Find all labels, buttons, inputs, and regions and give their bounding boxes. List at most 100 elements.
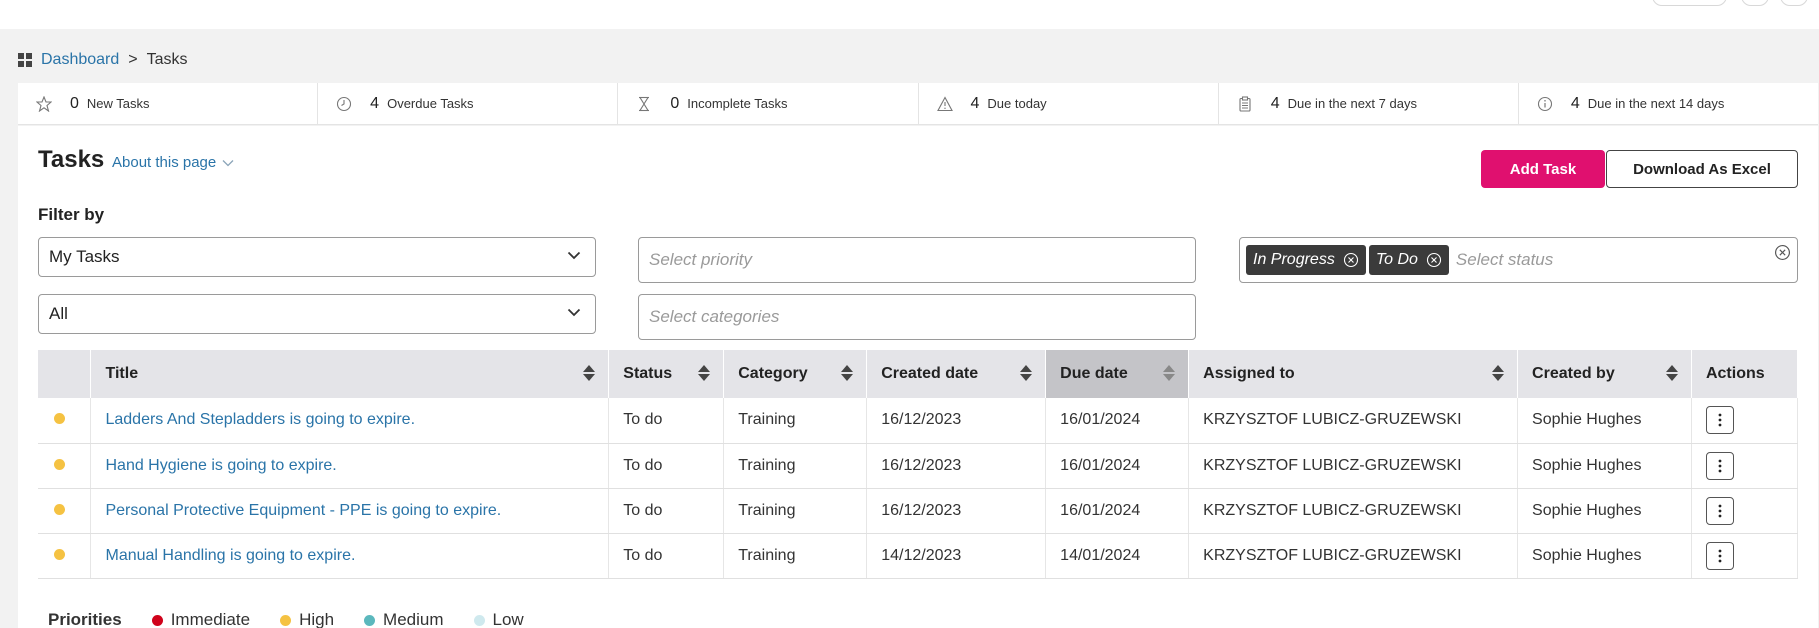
sort-icon[interactable] [582, 364, 596, 382]
row-actions-button[interactable] [1705, 406, 1734, 435]
created-by-cell: Sophie Hughes [1517, 398, 1692, 444]
stat-count: 4 [370, 94, 380, 112]
status-tag-label: In Progress [1253, 251, 1335, 268]
stat-due-today[interactable]: 4 Due today [919, 83, 1219, 124]
sort-icon[interactable] [1491, 364, 1505, 382]
title-cell: Ladders And Stepladders is going to expi… [90, 398, 610, 444]
header-created-by[interactable]: Created by [1517, 350, 1692, 398]
sort-icon[interactable] [1019, 364, 1033, 382]
header-created-date[interactable]: Created date [866, 350, 1047, 398]
chevron-down-icon [222, 159, 234, 166]
remove-tag-icon[interactable] [1343, 252, 1359, 268]
download-excel-button[interactable]: Download As Excel [1606, 150, 1798, 188]
stat-incomplete-tasks[interactable]: 0 Incomplete Tasks [618, 83, 919, 124]
table-row[interactable]: Ladders And Stepladders is going to expi… [38, 398, 1799, 444]
clear-all-icon[interactable] [1774, 244, 1791, 261]
task-title-link[interactable]: Ladders And Stepladders is going to expi… [105, 411, 415, 428]
add-task-button[interactable]: Add Task [1481, 150, 1605, 188]
priority-cell [38, 398, 92, 444]
status-cell: To do [608, 443, 725, 489]
header-status[interactable]: Status [608, 350, 725, 398]
stat-count: 4 [1570, 94, 1580, 112]
sort-icon[interactable] [840, 364, 854, 382]
breadcrumb-dashboard-link[interactable]: Dashboard [41, 51, 119, 69]
scope-filter-select[interactable]: All [38, 294, 596, 334]
more-vertical-icon [1718, 549, 1722, 562]
top-round-button-2[interactable] [1780, 0, 1808, 6]
dashboard-grid-icon [18, 53, 32, 67]
about-page-toggle[interactable]: About this page [112, 154, 234, 171]
header-assigned-to[interactable]: Assigned to [1188, 350, 1519, 398]
created-by-cell: Sophie Hughes [1517, 443, 1692, 489]
stat-due-14-days[interactable]: 4 Due in the next 14 days [1519, 83, 1818, 124]
more-vertical-icon [1718, 504, 1722, 517]
stat-label: Due in the next 14 days [1587, 96, 1725, 111]
legend-dot [473, 614, 485, 626]
title-cell: Personal Protective Equipment - PPE is g… [90, 488, 610, 534]
legend-item-label: High [299, 610, 335, 628]
more-vertical-icon [1718, 459, 1722, 472]
assignee-filter-select[interactable]: My Tasks [38, 237, 596, 277]
top-bar [0, 0, 1819, 29]
priority-filter-input[interactable]: Select priority [638, 237, 1196, 283]
created-date-cell: 16/12/2023 [866, 488, 1047, 534]
priority-cell [38, 443, 92, 489]
stat-count: 0 [670, 94, 680, 112]
header-category[interactable]: Category [723, 350, 868, 398]
breadcrumb: Dashboard > Tasks [18, 50, 188, 70]
status-cell: To do [608, 488, 725, 534]
header-due-date[interactable]: Due date [1045, 350, 1190, 398]
remove-tag-icon[interactable] [1426, 252, 1442, 268]
stat-overdue-tasks[interactable]: 4 Overdue Tasks [318, 83, 619, 124]
status-filter-input[interactable]: In Progress To Do Select status [1239, 237, 1798, 283]
stat-due-7-days[interactable]: 4 Due in the next 7 days [1219, 83, 1519, 124]
status-tag-in-progress: In Progress [1246, 245, 1366, 275]
legend-item-medium: Medium [364, 610, 444, 628]
created-date-cell: 14/12/2023 [866, 533, 1047, 579]
due-date-cell: 16/01/2024 [1045, 488, 1190, 534]
header-label: Category [738, 365, 808, 382]
header-priority [38, 350, 92, 398]
row-actions-button[interactable] [1705, 541, 1734, 570]
table-row[interactable]: Personal Protective Equipment - PPE is g… [38, 488, 1799, 534]
priority-dot [54, 458, 65, 470]
task-title-link[interactable]: Manual Handling is going to expire. [105, 547, 355, 564]
sort-icon[interactable] [1665, 364, 1679, 382]
table-row[interactable]: Hand Hygiene is going to expire. To do Tra… [38, 443, 1799, 489]
filter-by-label: Filter by [38, 205, 105, 224]
task-stats-bar: 0 New Tasks 4 Overdue Tasks 0 Incomplete… [18, 83, 1818, 125]
category-cell: Training [723, 398, 868, 444]
categories-filter-input[interactable]: Select categories [638, 294, 1196, 340]
categories-placeholder: Select categories [649, 307, 780, 326]
tasks-table: Title Status Category Created date Due d… [38, 350, 1799, 579]
priority-cell [38, 488, 92, 534]
stat-label: Due in the next 7 days [1287, 96, 1417, 111]
top-toggle-control[interactable] [1652, 0, 1727, 6]
sort-icon[interactable] [697, 364, 711, 382]
sort-icon[interactable] [1162, 364, 1176, 382]
breadcrumb-current: Tasks [146, 51, 188, 68]
row-actions-button[interactable] [1705, 451, 1734, 480]
task-title-link[interactable]: Personal Protective Equipment - PPE is g… [105, 502, 501, 519]
table-row[interactable]: Manual Handling is going to expire. To do… [38, 533, 1799, 579]
priority-dot [54, 413, 65, 425]
header-title[interactable]: Title [90, 350, 610, 398]
row-actions-button[interactable] [1705, 496, 1734, 525]
scope-filter-value: All [49, 304, 68, 323]
legend-label: Priorities [48, 610, 122, 628]
stat-count: 0 [70, 94, 79, 112]
legend-dot [364, 614, 376, 626]
due-date-cell: 16/01/2024 [1045, 398, 1190, 444]
priorities-legend: Priorities Immediate High Medium Low [48, 610, 554, 628]
header-label: Status [623, 365, 673, 382]
header-label: Due date [1060, 365, 1128, 382]
assigned-to-cell: KRZYSZTOF LUBICZ-GRUZEWSKI [1188, 443, 1519, 489]
more-vertical-icon [1718, 413, 1722, 427]
stat-new-tasks[interactable]: 0 New Tasks [18, 83, 319, 124]
task-title-link[interactable]: Hand Hygiene is going to expire. [105, 457, 336, 474]
page-title: Tasks [38, 146, 105, 173]
category-cell: Training [723, 488, 868, 534]
top-round-button[interactable] [1741, 0, 1769, 6]
category-cell: Training [723, 533, 868, 579]
status-tag-to-do: To Do [1368, 245, 1449, 275]
